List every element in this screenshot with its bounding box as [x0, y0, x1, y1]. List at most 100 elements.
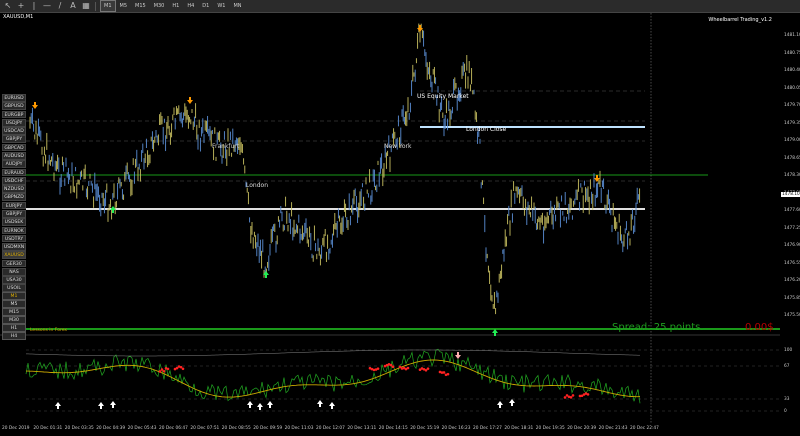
price-tick-label: 1478.30 [784, 173, 800, 178]
price-tick-label: 1475.50 [784, 313, 800, 318]
symbol-button-xauusd[interactable]: XAUUSD [2, 251, 26, 260]
symbol-button-usoil[interactable]: USOIL [2, 284, 26, 293]
price-tick-label: 1481.10 [784, 33, 800, 38]
chart-toolbar: ↖ + | — / A ▦ M1 M5 M15 M30 H1 H4 D1 W1 MN [0, 0, 800, 13]
timeframe-button-m15[interactable]: M15 [2, 308, 26, 316]
vertical-line-icon[interactable]: | [29, 1, 39, 11]
signal-dot [563, 396, 567, 399]
time-tick-label: 20 Dec 18:31 [504, 426, 534, 431]
crosshair-icon[interactable]: + [16, 1, 26, 11]
toolbar-timeframe-mn[interactable]: MN [229, 0, 245, 12]
signal-dot [166, 367, 170, 371]
sub-buy-arrow-icon [497, 401, 503, 408]
symbol-button-euraud[interactable]: EURAUD [2, 168, 26, 177]
symbol-button-usdsek[interactable]: USDSEK [2, 218, 26, 226]
symbol-button-usdjpy[interactable]: USDJPY [2, 118, 26, 127]
signal-dot [391, 365, 395, 369]
indicator-level-label: 0 [784, 409, 787, 414]
price-tick-label: 1477.60 [784, 208, 800, 213]
time-tick-label: 20 Dec 16:23 [441, 426, 471, 431]
sub-buy-arrow-icon [98, 402, 104, 409]
toolbar-timeframe-m30[interactable]: M30 [150, 0, 169, 12]
cursor-icon[interactable]: ↖ [3, 1, 13, 11]
signal-dot [406, 366, 410, 370]
lessons-label: Lessons in Forex [30, 328, 68, 333]
timeframe-button-h1[interactable]: H1 [2, 324, 26, 332]
toolbar-timeframe-h4[interactable]: H4 [183, 0, 198, 12]
signal-dot [571, 394, 575, 397]
chart-symbol-title: XAUUSD,M1 [3, 14, 34, 20]
symbol-button-usdchf[interactable]: USDCHF [2, 176, 26, 185]
symbol-button-gbpnzd[interactable]: GBPNZD [2, 193, 26, 202]
price-tick-label: 1475.85 [784, 295, 800, 301]
rsi-line [25, 348, 641, 404]
signal-dot [179, 365, 183, 369]
time-tick-label: 20 Dec 2019 [2, 426, 30, 431]
timeframe-button-m5[interactable]: M5 [2, 300, 26, 308]
signal-dot [446, 372, 450, 376]
toolbar-timeframe-m1[interactable]: M1 [100, 0, 116, 12]
timeframe-buttons: M1 M5 M15 M30 H1 H4 [2, 292, 26, 341]
price-tick-label: 1478.65 [784, 155, 800, 161]
symbol-button-gbpjpy[interactable]: GBPJPY [2, 209, 26, 218]
sub-buy-arrow-icon [247, 401, 253, 408]
sub-buy-arrow-icon [55, 402, 61, 409]
symbol-button-gbpjpy[interactable]: GBPJPY [2, 135, 26, 144]
envelope-line [26, 349, 640, 357]
time-tick-label: 20 Dec 20:39 [567, 426, 597, 431]
price-tick-label: 1479.35 [784, 120, 800, 126]
time-tick-label: 20 Dec 03:35 [64, 426, 94, 431]
price-tick-label: 1480.05 [784, 85, 800, 91]
objects-icon[interactable]: ▦ [81, 1, 91, 11]
price-tick-label: 1480.40 [784, 68, 800, 73]
symbol-button-usdtry[interactable]: USDTRY [2, 234, 26, 243]
fractal-arrow-icon [32, 102, 38, 109]
symbol-button-nzdusd[interactable]: NZDUSD [2, 185, 26, 193]
timeframe-button-m1[interactable]: M1 [2, 292, 26, 300]
price-axis: 1481.10 1480.75 1480.40 1480.05 1479.70 1479.… [781, 13, 800, 423]
time-tick-label: 20 Dec 19:35 [535, 426, 565, 431]
symbol-button-usa30[interactable]: USA30 [2, 276, 26, 284]
signal-dot [586, 393, 590, 396]
session-label-frankfurt: Frankfurt [212, 143, 240, 150]
fractal-arrow-icon [187, 97, 193, 104]
timeframe-button-h4[interactable]: H4 [2, 332, 26, 340]
toolbar-timeframe-d1[interactable]: D1 [198, 0, 213, 12]
symbol-button-usdmxn[interactable]: USDMXN [2, 243, 26, 251]
toolbar-timeframe-m15[interactable]: M15 [131, 0, 150, 12]
profit-readout: 0.00$ [745, 322, 774, 333]
current-price-label: 1478.10 [781, 192, 800, 197]
toolbar-timeframe-m5[interactable]: M5 [116, 0, 132, 12]
time-tick-label: 20 Dec 08:55 [221, 426, 251, 431]
sub-buy-arrow-icon [329, 402, 335, 409]
text-icon[interactable]: A [68, 1, 78, 11]
time-tick-label: 20 Dec 22:47 [630, 426, 659, 431]
symbol-button-eurusd[interactable]: EURUSD [2, 94, 26, 102]
toolbar-timeframe-h1[interactable]: H1 [168, 0, 183, 12]
trendline-icon[interactable]: / [55, 1, 65, 11]
price-tick-label: 1477.25 [784, 225, 800, 231]
symbol-button-audjpy[interactable]: AUDJPY [2, 160, 26, 168]
sub-buy-arrow-icon [509, 399, 515, 406]
price-chart[interactable] [0, 13, 780, 423]
timeframe-button-m30[interactable]: M30 [2, 316, 26, 324]
time-axis: 20 Dec 2019 20 Dec 01:31 20 Dec 03:35 20 De… [0, 424, 780, 436]
symbol-list: EURUSD GBPUSD EURGBP USDJPY USDCAD GBPJPY GBPC… [2, 94, 26, 301]
symbol-button-eurgbp[interactable]: EURGBP [2, 110, 26, 119]
symbol-button-gbpcad[interactable]: GBPCAD [2, 143, 26, 152]
symbol-button-gbpusd[interactable]: GBPUSD [2, 102, 26, 110]
symbol-button-nas[interactable]: NAS [2, 267, 26, 276]
symbol-button-eurnok[interactable]: EURNOK [2, 226, 26, 235]
symbol-button-audusd[interactable]: AUDUSD [2, 151, 26, 160]
indicator-level-label: 100 [784, 348, 793, 353]
time-tick-label: 20 Dec 13:11 [347, 426, 377, 431]
symbol-button-eurjpy[interactable]: EURJPY [2, 201, 26, 210]
signal-dot [569, 396, 573, 399]
horizontal-line-icon[interactable]: — [42, 1, 52, 11]
time-tick-label: 20 Dec 15:19 [410, 426, 440, 431]
signal-dot [160, 368, 164, 371]
time-tick-label: 20 Dec 17:27 [473, 426, 502, 431]
symbol-button-usdcad[interactable]: USDCAD [2, 127, 26, 135]
toolbar-timeframe-w1[interactable]: W1 [213, 0, 229, 12]
symbol-button-ger30[interactable]: GER30 [2, 259, 26, 268]
